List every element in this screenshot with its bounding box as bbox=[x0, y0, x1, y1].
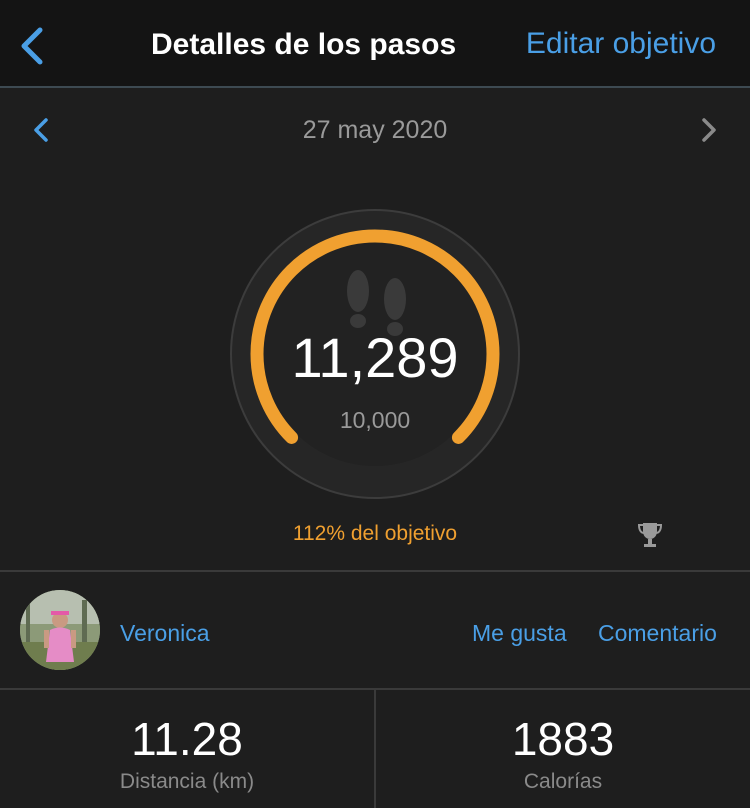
avatar[interactable] bbox=[20, 590, 100, 670]
like-button[interactable]: Me gusta bbox=[472, 620, 567, 647]
edit-goal-button[interactable]: Editar objetivo bbox=[526, 27, 716, 61]
trophy-button[interactable] bbox=[636, 520, 664, 550]
back-button[interactable] bbox=[14, 24, 50, 68]
distance-label: Distancia (km) bbox=[119, 770, 255, 793]
steps-progress-ring: 11,289 10,000 bbox=[228, 207, 522, 501]
steps-count: 11,289 bbox=[291, 326, 459, 389]
distance-value: 11.28 bbox=[131, 713, 243, 765]
user-name-link[interactable]: Veronica bbox=[120, 620, 210, 647]
chevron-right-icon bbox=[702, 118, 716, 142]
calories-value: 1883 bbox=[511, 713, 615, 765]
date-navigator: 27 may 2020 bbox=[0, 90, 750, 170]
distance-stat: 11.28 Distancia (km) bbox=[0, 690, 374, 808]
social-row: Veronica Me gusta Comentario bbox=[0, 572, 750, 688]
calories-stat: 1883 Calorías bbox=[376, 690, 750, 808]
trophy-icon bbox=[637, 523, 663, 547]
top-bar: Detalles de los pasos Editar objetivo bbox=[0, 0, 750, 88]
steps-goal: 10,000 bbox=[339, 407, 411, 433]
stats-row: 11.28 Distancia (km) 1883 Calorías bbox=[0, 690, 750, 808]
calories-label: Calorías bbox=[523, 770, 603, 793]
comment-button[interactable]: Comentario bbox=[598, 620, 717, 647]
date-label: 27 may 2020 bbox=[302, 116, 448, 144]
next-day-button[interactable] bbox=[694, 114, 722, 146]
chevron-left-icon bbox=[21, 27, 43, 65]
page-title: Detalles de los pasos bbox=[151, 28, 457, 61]
